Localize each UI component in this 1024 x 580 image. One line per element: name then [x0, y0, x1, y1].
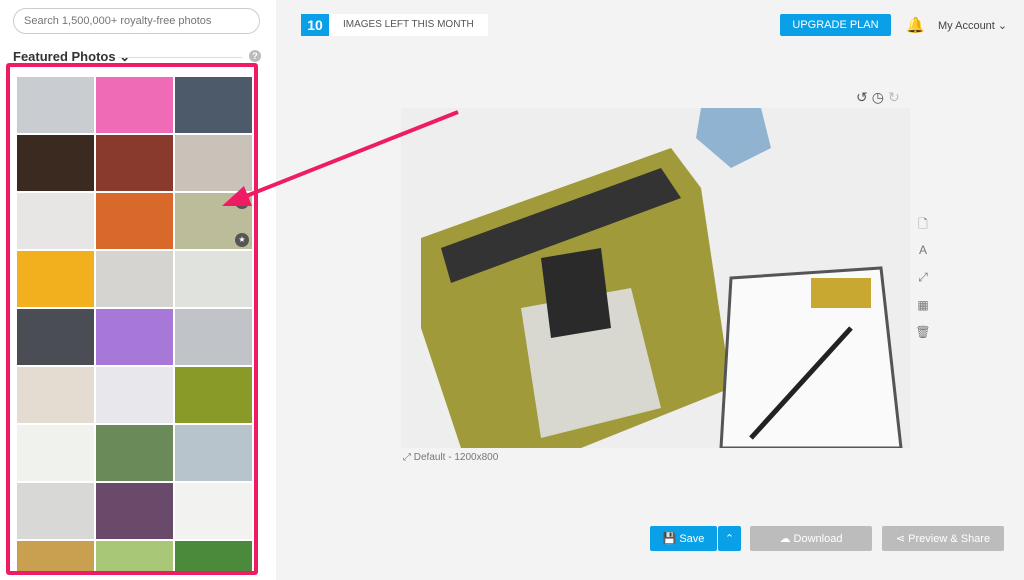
help-icon[interactable]: ?: [249, 50, 261, 62]
photo-thumbnail[interactable]: [175, 135, 252, 191]
photo-thumbnail[interactable]: [96, 135, 173, 191]
design-canvas[interactable]: [401, 108, 910, 448]
photo-thumbnail[interactable]: [96, 251, 173, 307]
photo-thumbnail[interactable]: [17, 309, 94, 365]
photo-thumbnail[interactable]: [17, 251, 94, 307]
history-controls: ↺◷↻: [856, 89, 904, 106]
photo-thumbnail[interactable]: [17, 193, 94, 249]
photo-thumbnail[interactable]: [175, 425, 252, 481]
images-left-count: 10: [301, 14, 329, 36]
photo-thumbnail[interactable]: [17, 425, 94, 481]
photo-thumbnail[interactable]: [96, 483, 173, 539]
photo-thumbnail[interactable]: [175, 483, 252, 539]
photo-thumbnail[interactable]: [96, 309, 173, 365]
photo-thumbnail[interactable]: [96, 541, 173, 571]
photo-thumbnail[interactable]: [96, 367, 173, 423]
search-input[interactable]: [13, 8, 260, 34]
text-icon[interactable]: A: [915, 243, 931, 257]
photo-thumbnail[interactable]: [17, 135, 94, 191]
featured-label: Featured Photos: [13, 49, 116, 64]
images-left-label: IMAGES LEFT THIS MONTH: [343, 19, 474, 30]
page-icon[interactable]: 🗋: [915, 215, 931, 236]
save-options-button[interactable]: ⌃: [718, 526, 741, 551]
grid-icon[interactable]: ▦: [915, 298, 931, 312]
photo-grid: ≡ ★: [6, 63, 258, 575]
upgrade-plan-button[interactable]: UPGRADE PLAN: [780, 14, 891, 36]
save-button[interactable]: 💾 Save: [650, 526, 717, 551]
typewriter-photo: [401, 108, 910, 448]
photo-thumbnail[interactable]: [175, 77, 252, 133]
images-left-badge: 10 IMAGES LEFT THIS MONTH: [301, 14, 488, 36]
photo-thumbnail[interactable]: [96, 425, 173, 481]
photo-thumbnail[interactable]: [175, 367, 252, 423]
undo-icon[interactable]: ↺: [856, 89, 872, 105]
download-button[interactable]: ☁ Download: [750, 526, 872, 551]
photo-thumbnail[interactable]: [96, 193, 173, 249]
photo-thumbnail[interactable]: [96, 77, 173, 133]
menu-icon[interactable]: ≡: [235, 195, 249, 209]
preview-share-button[interactable]: ⋖ Preview & Share: [882, 526, 1004, 551]
star-icon[interactable]: ★: [235, 233, 249, 247]
trash-icon[interactable]: 🗑: [915, 325, 931, 339]
redo-icon[interactable]: ↻: [888, 89, 904, 105]
divider: [118, 57, 242, 58]
history-icon[interactable]: ◷: [872, 89, 888, 105]
resize-icon[interactable]: ⤢: [915, 270, 931, 285]
photo-thumbnail[interactable]: ≡ ★: [175, 193, 252, 249]
photo-thumbnail[interactable]: [17, 483, 94, 539]
photo-thumbnail[interactable]: [175, 541, 252, 571]
photo-thumbnail[interactable]: [17, 367, 94, 423]
photo-thumbnail[interactable]: [175, 309, 252, 365]
photo-thumbnail[interactable]: [17, 541, 94, 571]
canvas-size-label[interactable]: ⤢ Default - 1200x800: [403, 452, 498, 463]
bell-icon[interactable]: 🔔: [906, 16, 925, 34]
photo-thumbnail[interactable]: [17, 77, 94, 133]
my-account-menu[interactable]: My Account ⌄: [938, 19, 1007, 32]
photo-thumbnail[interactable]: [175, 251, 252, 307]
sidebar: Featured Photos ⌄ ? ≡★: [0, 0, 276, 580]
